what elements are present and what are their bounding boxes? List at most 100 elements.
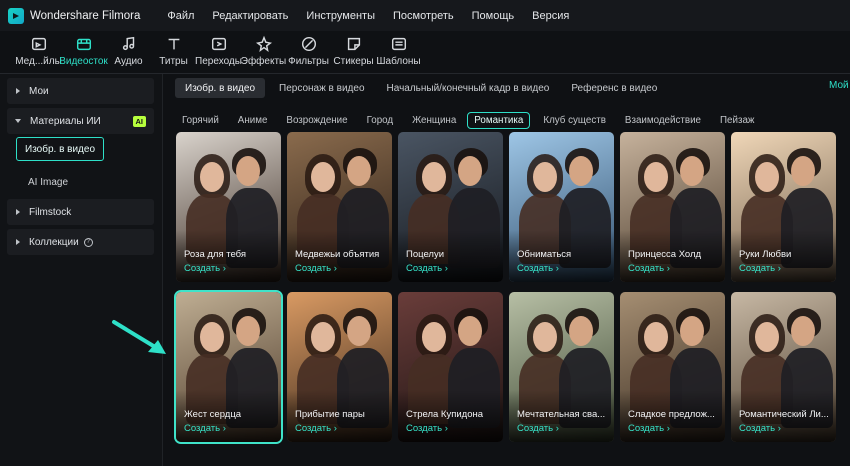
create-button[interactable]: Создать › <box>406 423 448 434</box>
sidebar-item-mine-label: Мои <box>29 85 49 97</box>
create-button-label: Создать <box>406 423 443 434</box>
text-icon <box>164 35 184 53</box>
menu-view[interactable]: Посмотреть <box>384 10 463 22</box>
template-card-romantic-li[interactable]: Романтический Ли... Создать › <box>731 292 836 442</box>
create-button[interactable]: Создать › <box>628 263 670 274</box>
menu-edit[interactable]: Редактировать <box>203 10 297 22</box>
category-creature-club[interactable]: Клуб существ <box>537 112 612 129</box>
create-button[interactable]: Создать › <box>184 423 226 434</box>
category-romance[interactable]: Романтика <box>467 111 531 129</box>
tool-transitions-label: Переходы <box>195 56 242 67</box>
template-card-bear-hug[interactable]: Медвежьи объятия Создать › <box>287 132 392 282</box>
template-card-couple-arrival[interactable]: Прибытие пары Создать › <box>287 292 392 442</box>
sidebar-item-mine[interactable]: Мои <box>7 78 154 104</box>
figure-shape <box>236 156 260 186</box>
category-interaction[interactable]: Взаимодействие <box>619 112 707 129</box>
tool-audio[interactable]: Аудио <box>106 31 151 67</box>
chevron-right-icon: › <box>664 263 670 274</box>
tool-stock-video[interactable]: Видеосток <box>59 31 108 67</box>
menu-help[interactable]: Помощь <box>463 10 524 22</box>
tab-character-to-video[interactable]: Персонаж в видео <box>269 78 374 98</box>
create-button-label: Создать <box>739 423 776 434</box>
template-card-title: Мечтательная сва... <box>517 409 606 420</box>
figure-shape <box>422 322 446 352</box>
create-button[interactable]: Создать › <box>184 263 226 274</box>
tab-mine[interactable]: Мой <box>829 80 849 91</box>
template-card-rose-for-you[interactable]: Роза для тебя Создать › <box>176 132 281 282</box>
figure-shape <box>569 156 593 186</box>
category-landscape[interactable]: Пейзаж <box>714 112 760 129</box>
template-card-kisses[interactable]: Поцелуи Создать › <box>398 132 503 282</box>
tool-effects[interactable]: Эффекты <box>241 31 286 67</box>
template-card-cuddle[interactable]: Обниматься Создать › <box>509 132 614 282</box>
create-button-label: Создать <box>628 423 665 434</box>
menu-file[interactable]: Файл <box>158 10 203 22</box>
category-revival[interactable]: Возрождение <box>280 112 353 129</box>
template-card-hands-of-love[interactable]: Руки Любви Создать › <box>731 132 836 282</box>
tool-templates[interactable]: Шаблоны <box>376 31 421 67</box>
main-toolbar: Мед...йлы Видеосток Аудио Титры Переходы… <box>0 31 850 73</box>
menu-tools[interactable]: Инструменты <box>297 10 384 22</box>
figure-shape <box>755 322 779 352</box>
chevron-right-icon: › <box>331 423 337 434</box>
tool-stickers-label: Стикеры <box>333 56 374 67</box>
template-card-dreamy-wedding[interactable]: Мечтательная сва... Создать › <box>509 292 614 442</box>
create-button[interactable]: Создать › <box>628 423 670 434</box>
sidebar-item-ai-image[interactable]: AI Image <box>20 170 76 194</box>
template-card-princess-hold[interactable]: Принцесса Холд Создать › <box>620 132 725 282</box>
menu-bar: Файл Редактировать Инструменты Посмотрет… <box>158 10 578 22</box>
create-button[interactable]: Создать › <box>295 423 337 434</box>
category-city[interactable]: Город <box>361 112 400 129</box>
figure-shape <box>347 156 371 186</box>
create-button[interactable]: Создать › <box>295 263 337 274</box>
sidebar-item-filmstock[interactable]: Filmstock <box>7 199 154 225</box>
tool-audio-label: Аудио <box>114 56 143 67</box>
template-card-title: Руки Любви <box>739 249 792 260</box>
tab-reference-video[interactable]: Референс в видео <box>561 78 667 98</box>
sidebar-item-ai-materials[interactable]: Материалы ИИ AI <box>7 108 154 134</box>
tool-media[interactable]: Мед...йлы <box>15 31 62 67</box>
template-card-heart-gesture[interactable]: Жест сердца Создать › <box>174 290 283 444</box>
sidebar-item-ai-materials-label: Материалы ИИ <box>30 115 101 127</box>
tool-stock-video-label: Видеосток <box>59 56 108 67</box>
media-icon <box>29 35 49 53</box>
create-button-label: Создать <box>295 423 332 434</box>
info-icon[interactable]: ? <box>83 237 93 247</box>
menu-version[interactable]: Версия <box>523 10 578 22</box>
tool-filters[interactable]: Фильтры <box>286 31 331 67</box>
create-button[interactable]: Создать › <box>517 423 559 434</box>
chevron-right-icon: › <box>442 423 448 434</box>
create-button[interactable]: Создать › <box>739 423 781 434</box>
stickers-icon <box>344 35 364 53</box>
tool-titles-label: Титры <box>159 56 188 67</box>
sidebar-item-collections[interactable]: Коллекции ? <box>7 229 154 255</box>
title-bar: Wondershare Filmora Файл Редактировать И… <box>0 0 850 31</box>
create-button-label: Создать <box>628 263 665 274</box>
sidebar-item-image-to-video[interactable]: Изобр. в видео <box>16 137 105 161</box>
sidebar: Мои Материалы ИИ AI Изобр. в видео AI Im… <box>0 74 163 466</box>
figure-shape <box>755 162 779 192</box>
create-button[interactable]: Создать › <box>406 263 448 274</box>
figure-shape <box>236 316 260 346</box>
template-card-sweet-proposal[interactable]: Сладкое предлож... Создать › <box>620 292 725 442</box>
tab-image-to-video[interactable]: Изобр. в видео <box>175 78 266 98</box>
sidebar-item-collections-label: Коллекции <box>29 236 79 248</box>
template-card-cupid-arrow[interactable]: Стрела Купидона Создать › <box>398 292 503 442</box>
create-button-label: Создать <box>517 263 554 274</box>
music-note-icon <box>119 35 139 53</box>
ai-badge: AI <box>132 115 146 127</box>
tab-start-end-frame[interactable]: Начальный/конечный кадр в видео <box>377 78 560 98</box>
figure-shape <box>311 322 335 352</box>
tool-templates-label: Шаблоны <box>376 56 421 67</box>
tool-transitions[interactable]: Переходы <box>195 31 242 67</box>
tool-stickers[interactable]: Стикеры <box>331 31 376 67</box>
chevron-right-icon: › <box>775 263 781 274</box>
create-button[interactable]: Создать › <box>517 263 559 274</box>
category-hot[interactable]: Горячий <box>176 112 225 129</box>
tool-titles[interactable]: Титры <box>151 31 196 67</box>
category-anime[interactable]: Аниме <box>232 112 274 129</box>
effects-icon <box>254 35 274 53</box>
figure-shape <box>311 162 335 192</box>
create-button[interactable]: Создать › <box>739 263 781 274</box>
category-woman[interactable]: Женщина <box>406 112 462 129</box>
